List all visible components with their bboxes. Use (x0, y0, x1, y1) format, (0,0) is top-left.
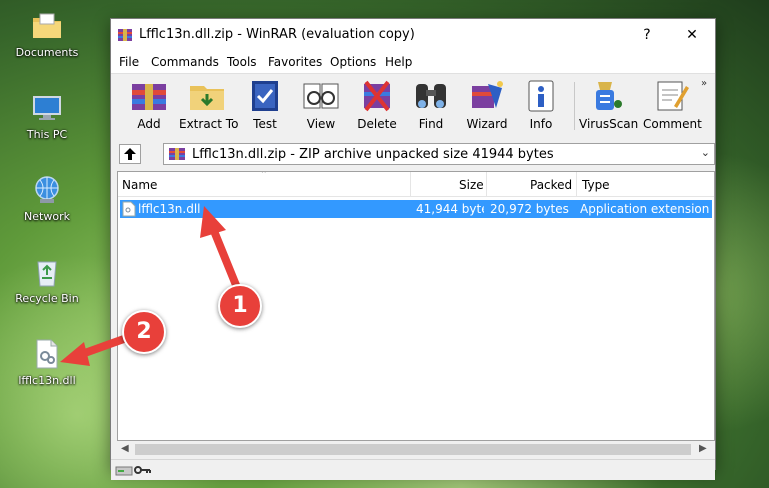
arrow-1 (200, 206, 242, 294)
annotation-arrows (60, 206, 242, 366)
arrow-2 (60, 332, 136, 366)
step-1-badge: 1 (218, 284, 262, 328)
step-2-badge: 2 (122, 310, 166, 354)
